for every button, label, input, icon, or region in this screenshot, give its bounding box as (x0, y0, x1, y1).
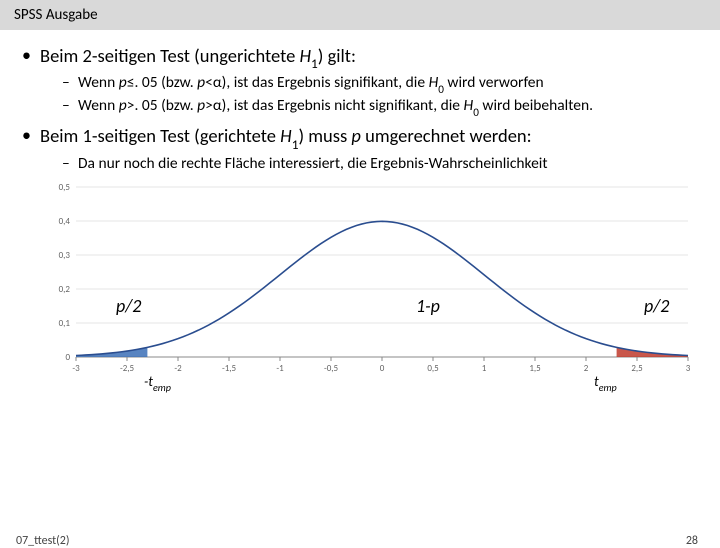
bullet-dot: • (22, 44, 40, 67)
region-label-right: p/2 (644, 295, 669, 317)
svg-text:0,2: 0,2 (59, 284, 71, 295)
svg-text:-1,5: -1,5 (222, 363, 237, 374)
svg-text:2,5: 2,5 (631, 363, 643, 374)
sub-bullet-1b: – Wenn p>. 05 (bzw. p>α), ist das Ergebn… (62, 96, 698, 118)
svg-text:0,3: 0,3 (59, 250, 71, 261)
marker-left: -temp (144, 373, 171, 393)
bullet-1-text: Beim 2-seitigen Test (ungerichtete H1) g… (40, 44, 698, 71)
svg-text:0,5: 0,5 (59, 182, 71, 193)
svg-text:0: 0 (65, 352, 70, 363)
svg-text:-2,5: -2,5 (120, 363, 135, 374)
slide-title: SPSS Ausgabe (14, 6, 98, 24)
slide-header: SPSS Ausgabe (0, 0, 720, 30)
svg-text:2: 2 (584, 363, 589, 374)
footer-left: 07_ttest(2) (16, 534, 70, 548)
normal-distribution-chart: 0 0,1 0,2 0,3 0,4 0,5 -3 -2,5 -2 -1,5 -1 -0,5 0 0,5 1 1… (36, 179, 696, 397)
slide-content: • Beim 2-seitigen Test (ungerichtete H1)… (0, 30, 720, 397)
bullet-2-text: Beim 1-seitigen Test (gerichtete H1) mus… (40, 124, 698, 151)
svg-text:-1: -1 (276, 363, 284, 374)
svg-text:-0,5: -0,5 (324, 363, 339, 374)
bullet-2: • Beim 1-seitigen Test (gerichtete H1) m… (22, 124, 698, 151)
svg-text:3: 3 (686, 363, 691, 374)
svg-text:1: 1 (482, 363, 487, 374)
svg-text:0,1: 0,1 (59, 318, 71, 329)
svg-text:0: 0 (380, 363, 385, 374)
svg-text:0,5: 0,5 (427, 363, 439, 374)
region-label-left: p/2 (116, 295, 141, 317)
bullet-1: • Beim 2-seitigen Test (ungerichtete H1)… (22, 44, 698, 71)
svg-text:1,5: 1,5 (529, 363, 541, 374)
svg-text:-2: -2 (174, 363, 182, 374)
sub-bullet-2a: – Da nur noch die rechte Fläche interess… (62, 154, 698, 173)
marker-right: temp (594, 373, 617, 393)
region-label-center: 1-p (416, 295, 440, 317)
sub-bullet-1a: – Wenn p≤. 05 (bzw. p<α), ist das Ergebn… (62, 73, 698, 95)
bullet-dot: • (22, 124, 40, 147)
svg-text:-3: -3 (72, 363, 80, 374)
svg-text:0,4: 0,4 (59, 216, 71, 227)
footer-page: 28 (686, 534, 698, 548)
